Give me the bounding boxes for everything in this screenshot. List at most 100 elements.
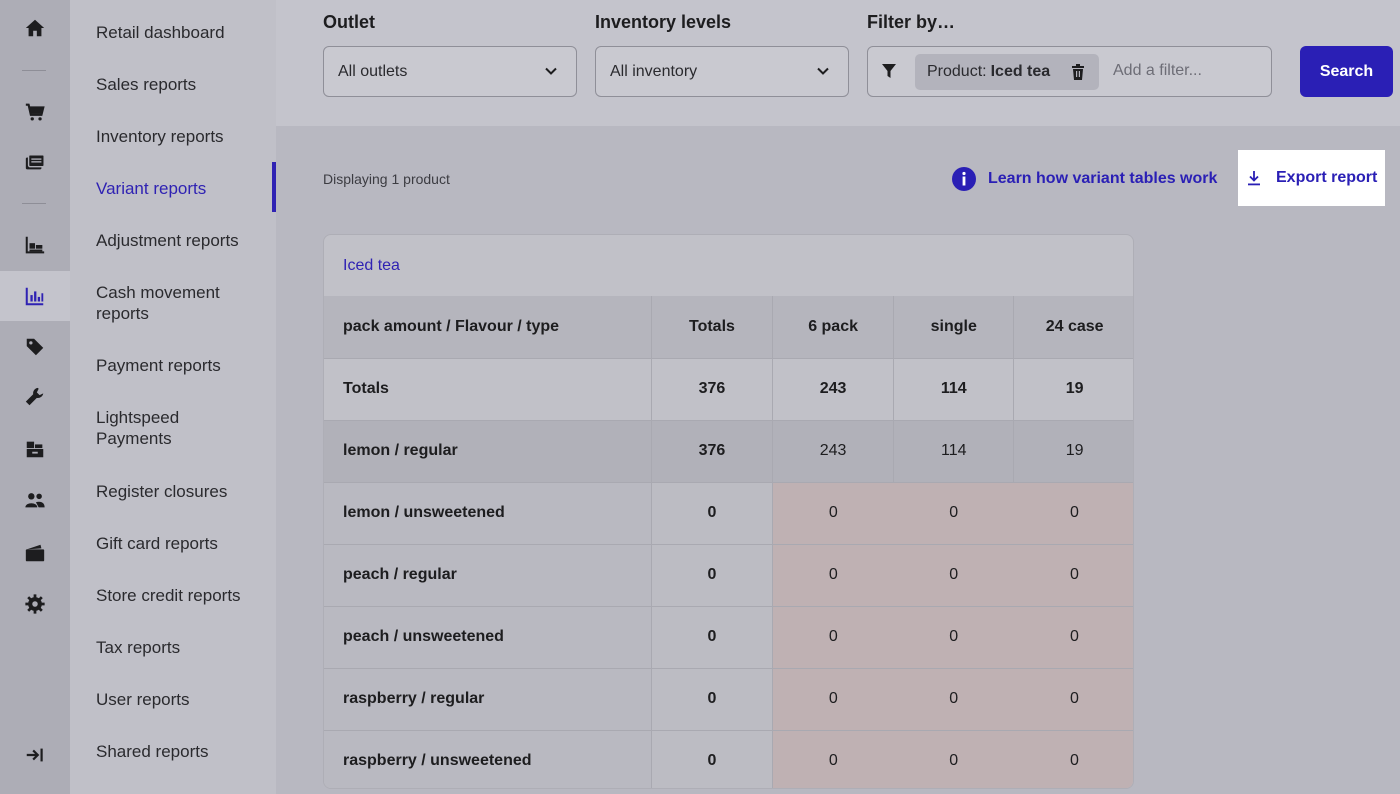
row-label: peach / regular [324,544,652,607]
table-cell: 0 [893,606,1014,669]
column-header: Totals [651,296,774,359]
menu-item-variant-reports[interactable]: Variant reports [96,178,276,199]
chevron-down-icon [545,67,557,75]
wallet-icon[interactable] [0,528,70,578]
inventory-levels-select[interactable]: All inventory [595,46,849,97]
menu-item-sales-reports[interactable]: Sales reports [96,74,276,95]
column-header: pack amount / Flavour / type [324,296,652,359]
add-filter-input[interactable]: Add a filter... [1113,62,1202,80]
table-cell: 0 [1013,668,1133,731]
table-cell: 114 [893,358,1015,421]
outlet-select[interactable]: All outlets [323,46,577,97]
filter-icon [882,64,896,78]
filter-bar: Outlet All outlets Inventory levels All … [276,0,1400,126]
rail-divider [22,203,46,204]
menu-item-inventory-reports[interactable]: Inventory reports [96,126,276,147]
customers-icon[interactable] [0,475,70,525]
menu-item-user-reports[interactable]: User reports [96,689,276,710]
table-row: raspberry / unsweetened 0 0 0 0 [324,730,1133,788]
table-cell: 376 [651,358,774,421]
table-cell: 0 [1013,544,1133,607]
export-report-button[interactable]: Export report [1238,150,1385,206]
home-icon[interactable] [0,3,70,53]
table-header-row: pack amount / Flavour / type Totals 6 pa… [324,296,1133,359]
table-cell: 0 [1013,730,1133,788]
menu-item-payment-reports[interactable]: Payment reports [96,355,276,376]
inventory-levels-label: Inventory levels [595,12,732,32]
expand-icon[interactable] [0,730,70,780]
product-filter-chip[interactable]: Product: Iced tea [915,54,1099,90]
learn-link-label: Learn how variant tables work [988,170,1218,187]
table-cell: 0 [651,544,774,607]
table-cell: 0 [893,482,1014,545]
tag-icon[interactable] [0,322,70,372]
table-cell: 0 [772,544,894,607]
active-menu-indicator [272,162,276,212]
table-cell: 0 [772,482,894,545]
table-cell: 0 [893,668,1014,731]
row-label: lemon / unsweetened [324,482,652,545]
chip-value: Iced tea [990,63,1051,80]
cart-icon[interactable] [0,87,70,137]
wrench-icon[interactable] [0,372,70,422]
menu-item-tax-reports[interactable]: Tax reports [96,637,276,658]
table-cell: 0 [651,606,774,669]
filter-input-box[interactable]: Product: Iced tea Add a filter... [867,46,1272,97]
menu-item-lightspeed-payments[interactable]: Lightspeed Payments [96,407,206,449]
table-cell: 0 [1013,606,1133,669]
table-row: peach / unsweetened 0 0 0 0 [324,606,1133,669]
search-button[interactable]: Search [1300,46,1393,97]
menu-item-adjustment-reports[interactable]: Adjustment reports [96,230,276,251]
table-cell: 19 [1013,420,1133,483]
reports-icon[interactable] [0,271,70,321]
table-row: lemon / regular 376 243 114 19 [324,420,1133,483]
menu-item-store-credit-reports[interactable]: Store credit reports [96,585,276,606]
variant-table-card: Iced tea pack amount / Flavour / type To… [323,234,1134,789]
info-icon [952,167,976,191]
menu-item-gift-card-reports[interactable]: Gift card reports [96,533,276,554]
chevron-down-icon [817,67,829,75]
table-row: lemon / unsweetened 0 0 0 0 [324,482,1133,545]
trash-icon[interactable] [1071,64,1085,80]
rail-divider [22,70,46,71]
learn-variant-tables-link[interactable]: Learn how variant tables work [952,167,1217,191]
table-cell: 0 [893,544,1014,607]
column-header: 24 case [1013,296,1133,359]
column-header: 6 pack [772,296,895,359]
table-cell: 0 [651,482,774,545]
table-cell: 0 [1013,482,1133,545]
table-cell: 243 [772,358,895,421]
download-icon [1248,171,1260,186]
outlet-label: Outlet [323,12,375,32]
display-count: Displaying 1 product [323,171,450,187]
row-label: raspberry / unsweetened [324,730,652,788]
totals-row: Totals 376 243 114 19 [324,358,1133,421]
table-row: raspberry / regular 0 0 0 0 [324,668,1133,731]
stock-icon[interactable] [0,424,70,474]
table-cell: 0 [772,668,894,731]
table-cell: 376 [651,420,774,483]
table-cell: 0 [772,606,894,669]
column-header: single [893,296,1015,359]
table-cell: 114 [893,420,1015,483]
inventory-icon[interactable] [0,220,70,270]
filter-by-label: Filter by… [867,12,956,32]
menu-item-cash-movement-reports[interactable]: Cash movement reports [96,282,246,324]
outlet-select-value: All outlets [338,62,408,80]
table-cell: 0 [651,730,774,788]
row-label: raspberry / regular [324,668,652,731]
register-icon[interactable] [0,138,70,188]
table-row: peach / regular 0 0 0 0 [324,544,1133,607]
menu-item-register-closures[interactable]: Register closures [96,481,276,502]
settings-icon[interactable] [0,579,70,629]
table-cell: 0 [893,730,1014,788]
menu-item-shared-reports[interactable]: Shared reports [96,741,276,762]
menu-item-retail-dashboard[interactable]: Retail dashboard [96,22,276,43]
report-menu: Retail dashboard Sales reports Inventory… [70,0,276,794]
export-report-label: Export report [1276,169,1378,186]
product-title-link[interactable]: Iced tea [343,257,400,275]
variant-table: pack amount / Flavour / type Totals 6 pa… [324,296,1133,788]
icon-rail [0,0,70,794]
table-cell: 243 [772,420,895,483]
chip-prefix: Product: [927,63,987,80]
